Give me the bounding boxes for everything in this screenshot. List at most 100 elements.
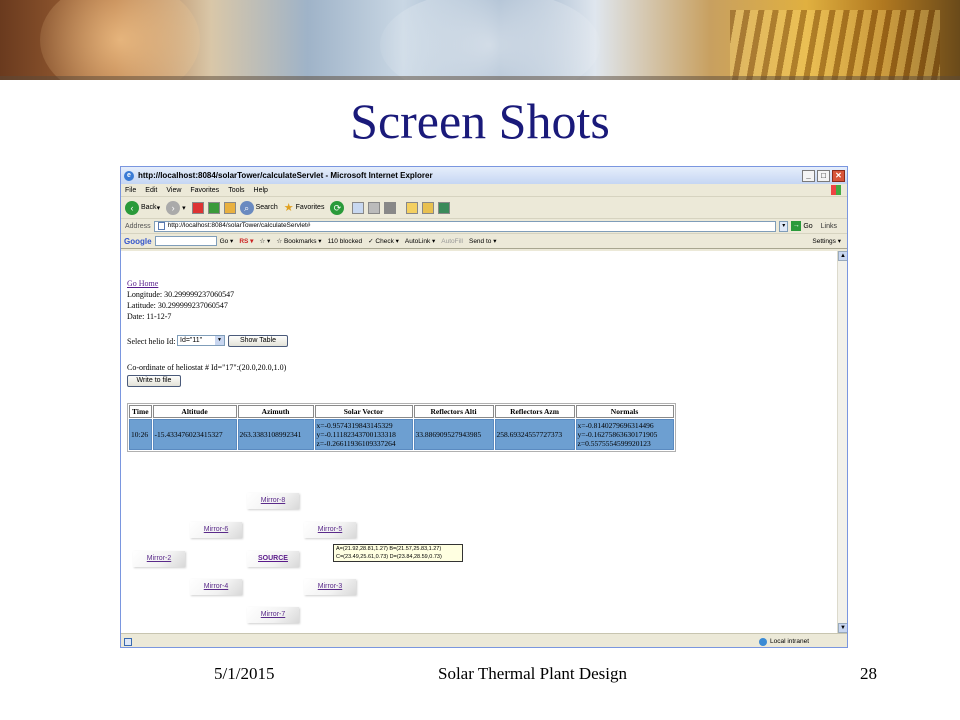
star-icon[interactable]: ☆ ▾: [259, 237, 270, 245]
header-azimuth: Azimuth: [237, 405, 314, 418]
menu-favorites[interactable]: Favorites: [190, 187, 219, 194]
scroll-up-icon[interactable]: ▲: [838, 251, 847, 261]
slide-banner-image: [0, 0, 960, 80]
google-search-input[interactable]: [154, 236, 217, 246]
print-icon[interactable]: [368, 201, 381, 214]
coordinates-tooltip: A=(21.92,28.81,1.27) B=(21.57,25.83,1.27…: [333, 544, 463, 562]
results-table: Time Altitude Azimuth Solar Vector Refle…: [127, 403, 676, 452]
table-row: 10:26 -15.433476023415327 263.3383108992…: [129, 419, 674, 450]
google-logo: Google: [124, 236, 152, 246]
cell-normals: x=-0.8140279696314496 y=-0.1627586363017…: [575, 419, 674, 450]
scroll-down-icon[interactable]: ▼: [838, 623, 847, 633]
header-reflectors-alti: Reflectors Alti: [413, 405, 494, 418]
rss-icon[interactable]: RS ▾: [239, 237, 253, 245]
browser-window: e http://localhost:8084/solarTower/calcu…: [120, 166, 848, 648]
source-link[interactable]: SOURCE: [247, 551, 299, 567]
page-content: Go Home Longitude: 30.299999237060547 La…: [121, 251, 837, 633]
back-arrow-icon: ‹: [125, 200, 139, 215]
footer-title: Solar Thermal Plant Design: [438, 664, 628, 683]
go-home-link[interactable]: Go Home: [127, 279, 158, 288]
show-table-button[interactable]: Show Table: [228, 335, 288, 347]
chevron-down-icon: ▼: [215, 336, 224, 345]
helio-id-select[interactable]: Id="11" ▼: [177, 335, 225, 346]
autofill-label: AutoFill: [441, 237, 463, 245]
mirror-6-link[interactable]: Mirror-6: [190, 522, 242, 538]
forward-arrow-icon: ›: [166, 200, 181, 215]
minimize-button[interactable]: _: [802, 169, 815, 182]
go-button[interactable]: Go: [803, 223, 812, 230]
cell-reflectors-azm: 258.69324557727373: [494, 419, 575, 450]
header-solar-vector: Solar Vector: [314, 405, 413, 418]
zone-label: Local intranet: [769, 638, 809, 645]
mirror-7-link[interactable]: Mirror-7: [247, 607, 299, 623]
history-icon[interactable]: ⟳: [330, 200, 345, 215]
bookmarks-button[interactable]: ☆ Bookmarks ▾: [276, 237, 321, 245]
autofill-button[interactable]: AutoFill: [441, 238, 463, 245]
forward-button[interactable]: › ▾: [166, 200, 186, 215]
folder-icon[interactable]: [406, 201, 419, 214]
back-button[interactable]: ‹ Back ▾: [125, 200, 160, 215]
page-icon: [157, 222, 165, 230]
mirror-4-link[interactable]: Mirror-4: [190, 579, 242, 595]
close-button[interactable]: ✕: [832, 169, 845, 182]
address-input[interactable]: http://localhost:8084/solarTower/calcula…: [153, 220, 777, 232]
cell-reflectors-alti: 33.886909527943985: [413, 419, 494, 450]
back-label: Back: [141, 204, 157, 211]
select-helio-label: Select helio Id:: [127, 337, 176, 346]
check-button[interactable]: ✓ Check ▾: [368, 237, 399, 245]
settings-label: Settings: [812, 238, 836, 245]
settings-button[interactable]: Settings ▾: [812, 237, 841, 245]
solar-vector-y: y=-0.11182343700133318: [316, 430, 396, 439]
solar-vector-x: x=-0.9574319843145329: [316, 421, 393, 430]
normals-z: z=0.5575554599920123: [577, 439, 651, 448]
send-to-button[interactable]: Send to ▾: [469, 237, 497, 245]
window-title: http://localhost:8084/solarTower/calcula…: [138, 171, 433, 180]
favorites-label: Favorites: [295, 204, 325, 211]
stop-icon[interactable]: [191, 201, 204, 214]
cell-solar-vector: x=-0.9574319843145329 y=-0.1118234370013…: [314, 419, 413, 450]
refresh-icon[interactable]: [207, 201, 220, 214]
mirror-5-link[interactable]: Mirror-5: [304, 522, 356, 538]
vertical-scrollbar[interactable]: ▲ ▼: [837, 251, 847, 633]
research-icon[interactable]: [422, 201, 435, 214]
edit-icon[interactable]: [384, 201, 397, 214]
slide-title: Screen Shots: [350, 93, 610, 149]
helio-id-value: Id="11": [180, 337, 203, 344]
normals-y: y=-0.16275863630171905: [577, 430, 658, 439]
footer-date: 5/1/2015: [214, 664, 275, 683]
menu-view[interactable]: View: [166, 187, 181, 194]
mirror-3-link[interactable]: Mirror-3: [304, 579, 356, 595]
favorites-button[interactable]: ★ Favorites: [284, 201, 325, 214]
search-icon: ⌕: [239, 200, 254, 215]
standard-toolbar: ‹ Back ▾ › ▾ ⌕ Search ★ Favorites ⟳: [121, 197, 847, 219]
google-go-button[interactable]: Go ▾: [220, 237, 234, 245]
messenger-icon[interactable]: [438, 201, 451, 214]
write-to-file-button[interactable]: Write to file: [127, 375, 181, 387]
title-bar: e http://localhost:8084/solarTower/calcu…: [121, 167, 847, 184]
autolink-button[interactable]: AutoLink ▾: [405, 237, 435, 245]
tooltip-line-2: C=(23.49,25.61,0.73) D=(23.84,28.59,0.73…: [336, 554, 442, 560]
coordinate-text: Co-ordinate of heliostat # Id="17":(20.0…: [127, 363, 287, 372]
menu-bar: File Edit View Favorites Tools Help: [121, 184, 847, 197]
mirror-8-link[interactable]: Mirror-8: [247, 493, 299, 509]
menu-file[interactable]: File: [125, 187, 136, 194]
blocked-label: 110 blocked: [327, 237, 363, 245]
cell-altitude: -15.433476023415327: [152, 419, 237, 450]
google-go-label: Go: [219, 238, 229, 245]
header-altitude: Altitude: [152, 405, 237, 418]
mirror-2-link[interactable]: Mirror-2: [133, 551, 185, 567]
links-button[interactable]: Links: [821, 223, 837, 230]
menu-edit[interactable]: Edit: [145, 187, 157, 194]
home-icon[interactable]: [223, 201, 236, 214]
maximize-button[interactable]: □: [817, 169, 830, 182]
menu-tools[interactable]: Tools: [228, 187, 244, 194]
address-dropdown[interactable]: ▾: [779, 220, 789, 232]
address-bar: Address http://localhost:8084/solarTower…: [121, 219, 847, 234]
footer-page-number: 28: [860, 664, 877, 683]
mail-icon[interactable]: [352, 201, 365, 214]
go-arrow-icon[interactable]: →: [791, 221, 802, 231]
popup-blocked-button[interactable]: 110 blocked: [328, 238, 363, 245]
header-reflectors-azm: Reflectors Azm: [494, 405, 575, 418]
menu-help[interactable]: Help: [254, 187, 268, 194]
search-button[interactable]: ⌕ Search: [239, 200, 278, 215]
